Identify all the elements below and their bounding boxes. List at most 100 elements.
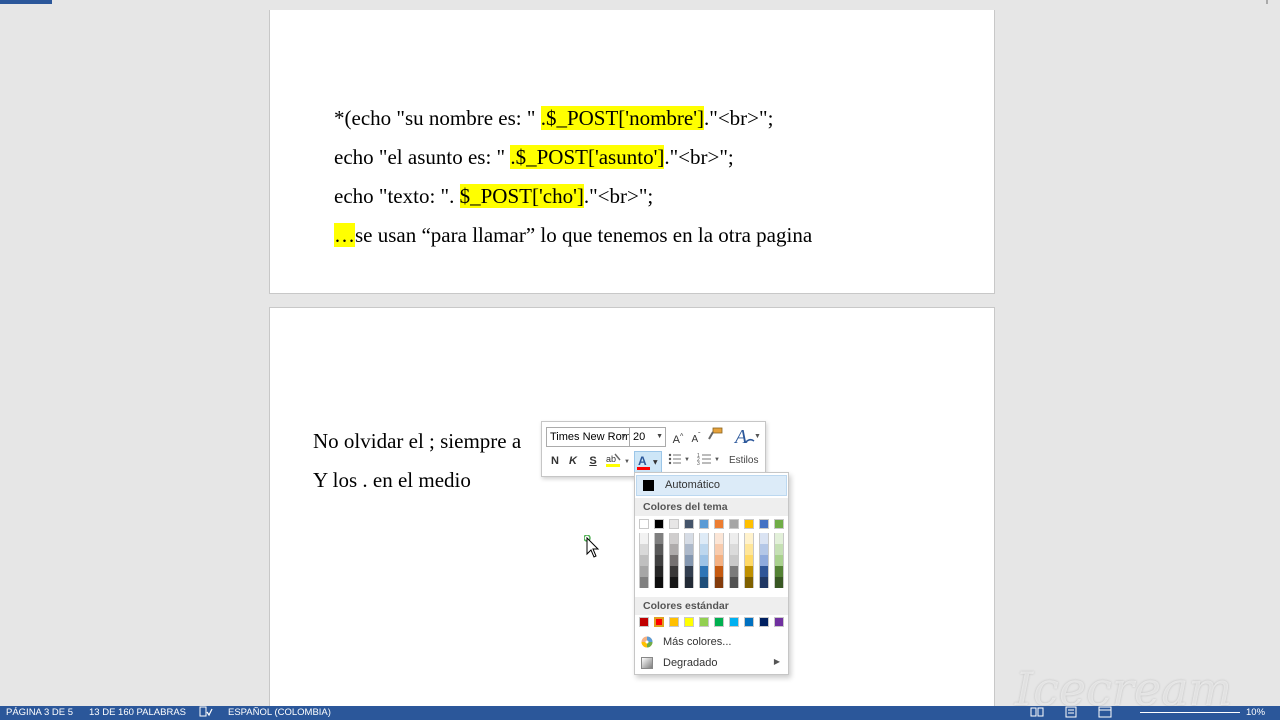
font-size-box[interactable]: 20 ▼ — [630, 427, 666, 447]
print-layout-icon[interactable] — [1064, 706, 1078, 720]
format-painter-button[interactable] — [706, 427, 724, 447]
theme-color-swatch[interactable] — [774, 533, 784, 544]
theme-color-swatch[interactable] — [744, 566, 754, 577]
bold-button[interactable]: N — [548, 451, 562, 471]
page-count[interactable]: PÁGINA 3 DE 5 — [6, 706, 73, 720]
standard-color-swatch[interactable] — [654, 617, 664, 627]
standard-color-swatch[interactable] — [759, 617, 769, 627]
theme-color-swatch[interactable] — [759, 519, 769, 529]
theme-color-swatch[interactable] — [639, 533, 649, 544]
theme-color-swatch[interactable] — [729, 577, 739, 588]
theme-color-swatch[interactable] — [774, 566, 784, 577]
theme-color-swatch[interactable] — [714, 519, 724, 529]
theme-color-swatch[interactable] — [729, 533, 739, 544]
theme-color-swatch[interactable] — [714, 555, 724, 566]
theme-color-swatch[interactable] — [774, 577, 784, 588]
theme-color-swatch[interactable] — [639, 544, 649, 555]
chevron-down-icon[interactable]: ▼ — [620, 428, 627, 446]
theme-color-swatch[interactable] — [729, 566, 739, 577]
font-color-button[interactable]: A ▼ — [634, 451, 662, 473]
theme-color-swatch[interactable] — [744, 533, 754, 544]
theme-color-swatch[interactable] — [669, 533, 679, 544]
styles-button[interactable]: A ▼ — [732, 424, 762, 450]
zoom-slider-track[interactable] — [1140, 712, 1240, 713]
theme-color-swatch[interactable] — [699, 566, 709, 577]
standard-color-swatch[interactable] — [714, 617, 724, 627]
theme-color-swatch[interactable] — [699, 519, 709, 529]
theme-color-swatch[interactable] — [714, 577, 724, 588]
more-colors-option[interactable]: Más colores... — [635, 633, 788, 652]
theme-color-swatch[interactable] — [774, 555, 784, 566]
standard-color-swatch[interactable] — [774, 617, 784, 627]
doc-line-4[interactable]: …se usan “para llamar” lo que tenemos en… — [313, 196, 812, 274]
standard-color-swatch[interactable] — [729, 617, 739, 627]
theme-color-swatch[interactable] — [699, 577, 709, 588]
standard-color-swatch[interactable] — [669, 617, 679, 627]
document-page-1[interactable]: *(echo "su nombre es: " .$_POST['nombre'… — [269, 10, 995, 294]
theme-color-swatch[interactable] — [639, 555, 649, 566]
standard-color-swatch[interactable] — [639, 617, 649, 627]
theme-color-swatch[interactable] — [684, 533, 694, 544]
read-mode-icon[interactable] — [1030, 706, 1044, 720]
standard-color-swatch[interactable] — [744, 617, 754, 627]
theme-color-swatch[interactable] — [729, 555, 739, 566]
theme-color-swatch[interactable] — [759, 555, 769, 566]
theme-color-swatch[interactable] — [759, 533, 769, 544]
highlight-color-button[interactable]: ab ▼ — [604, 451, 632, 471]
theme-color-swatch[interactable] — [639, 566, 649, 577]
theme-color-swatch[interactable] — [774, 519, 784, 529]
theme-color-swatch[interactable] — [729, 544, 739, 555]
gradient-option[interactable]: Degradado ▶ — [635, 654, 788, 673]
theme-color-swatch[interactable] — [684, 577, 694, 588]
web-layout-icon[interactable] — [1098, 706, 1112, 720]
theme-color-swatch[interactable] — [654, 533, 664, 544]
theme-color-swatch[interactable] — [759, 544, 769, 555]
theme-color-swatch[interactable] — [684, 544, 694, 555]
document-page-2[interactable]: No olvidar el ; siempre a Y los . en el … — [269, 307, 995, 707]
theme-color-swatch[interactable] — [669, 544, 679, 555]
theme-color-swatch[interactable] — [684, 566, 694, 577]
theme-color-swatch[interactable] — [699, 544, 709, 555]
theme-color-swatch[interactable] — [744, 519, 754, 529]
underline-button[interactable]: S — [586, 451, 600, 471]
theme-color-swatch[interactable] — [654, 566, 664, 577]
theme-color-swatch[interactable] — [759, 566, 769, 577]
chevron-down-icon[interactable]: ▼ — [656, 428, 663, 446]
theme-color-swatch[interactable] — [744, 555, 754, 566]
theme-color-swatch[interactable] — [669, 519, 679, 529]
automatic-color-option[interactable]: Automático — [636, 475, 787, 496]
theme-color-swatch[interactable] — [669, 566, 679, 577]
italic-button[interactable]: K — [566, 451, 580, 471]
language-indicator[interactable]: ESPAÑOL (COLOMBIA) — [228, 706, 331, 720]
theme-color-swatch[interactable] — [699, 555, 709, 566]
theme-color-swatch[interactable] — [699, 533, 709, 544]
word-count[interactable]: 13 DE 160 PALABRAS — [89, 706, 186, 720]
grow-font-button[interactable]: A^ — [670, 427, 686, 447]
proofing-icon[interactable] — [199, 706, 213, 720]
theme-color-swatch[interactable] — [759, 577, 769, 588]
theme-color-swatch[interactable] — [714, 544, 724, 555]
theme-color-swatch[interactable] — [684, 519, 694, 529]
theme-color-swatch[interactable] — [654, 519, 664, 529]
theme-color-swatch[interactable] — [729, 519, 739, 529]
font-name-box[interactable]: Times New Roman ▼ — [546, 427, 630, 447]
theme-color-swatch[interactable] — [774, 544, 784, 555]
theme-color-swatch[interactable] — [654, 555, 664, 566]
theme-color-swatch[interactable] — [744, 544, 754, 555]
theme-color-swatch[interactable] — [744, 577, 754, 588]
theme-color-swatch[interactable] — [684, 555, 694, 566]
styles-label[interactable]: Estilos — [729, 455, 758, 466]
shrink-font-button[interactable]: Aˇ — [688, 427, 704, 447]
theme-color-swatch[interactable] — [639, 577, 649, 588]
theme-color-swatch[interactable] — [669, 577, 679, 588]
theme-color-swatch[interactable] — [654, 544, 664, 555]
standard-color-swatch[interactable] — [684, 617, 694, 627]
zoom-level[interactable]: 10% — [1246, 706, 1265, 720]
numbering-button[interactable]: 1 2 3 ▼ — [696, 451, 722, 471]
theme-color-swatch[interactable] — [714, 566, 724, 577]
theme-color-swatch[interactable] — [669, 555, 679, 566]
theme-color-swatch[interactable] — [654, 577, 664, 588]
doc-line-6[interactable]: Y los . en el medio — [313, 467, 471, 493]
standard-color-swatch[interactable] — [699, 617, 709, 627]
bullets-button[interactable]: ▼ — [666, 451, 692, 471]
